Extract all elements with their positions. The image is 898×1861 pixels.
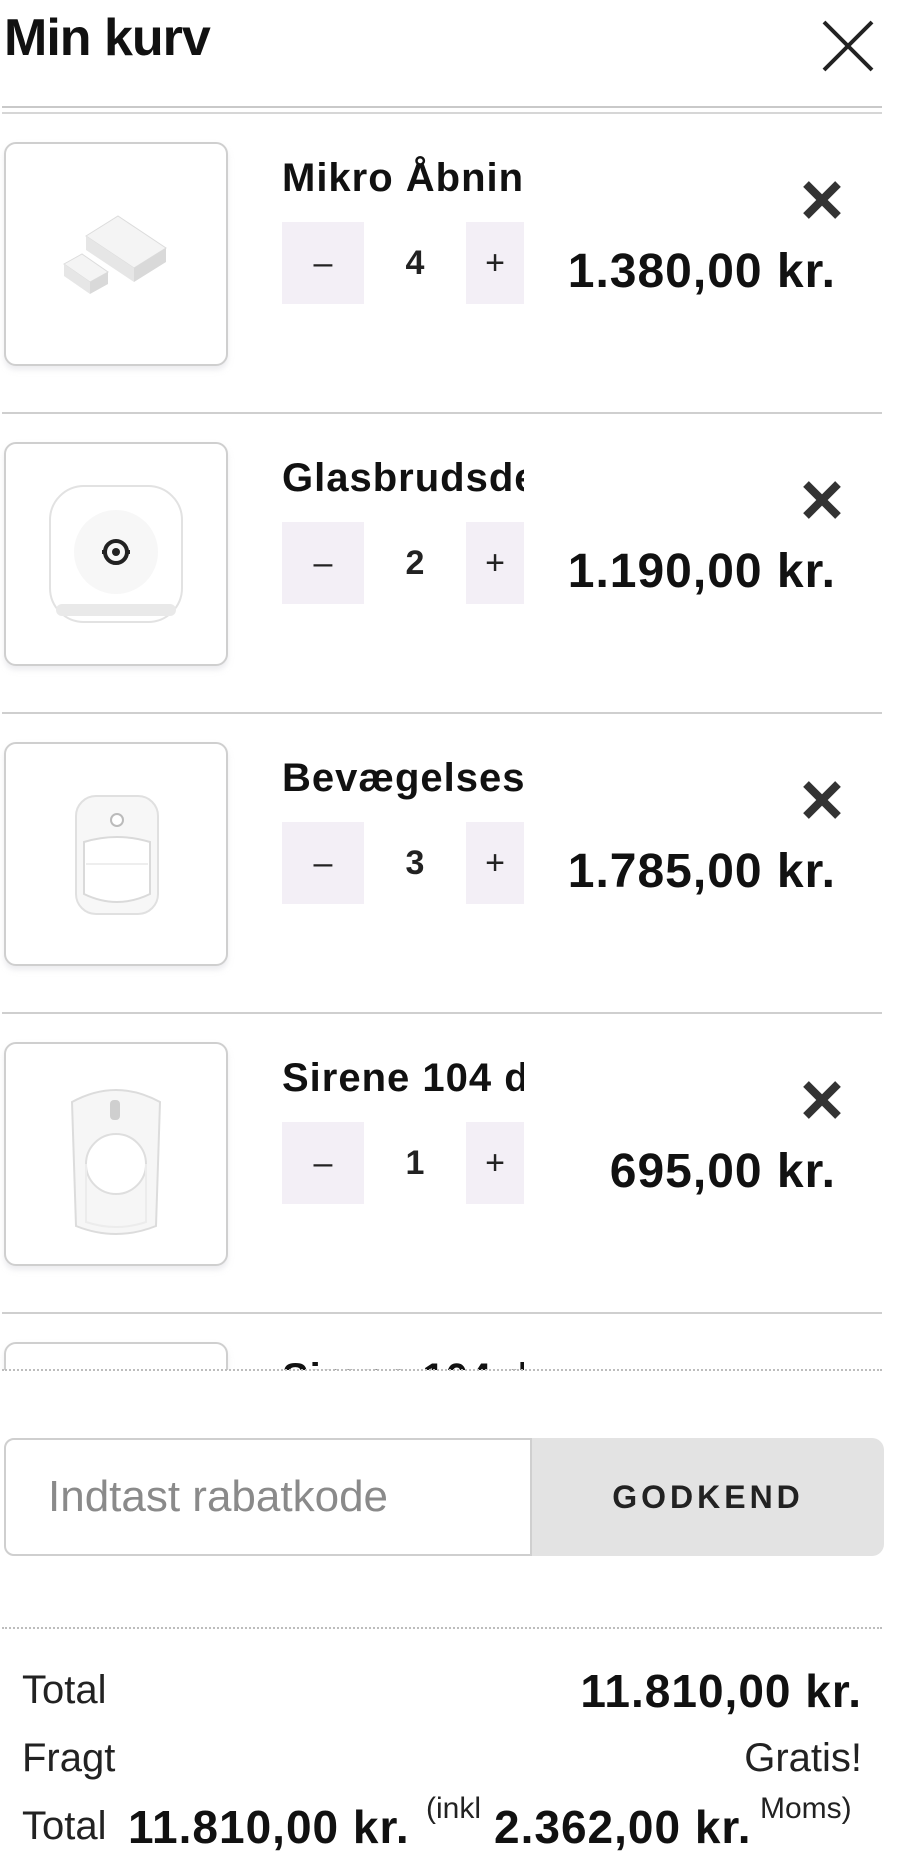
product-image-door-sensor[interactable]: [4, 142, 228, 366]
cart-item: Sirene 104 dB: [0, 1314, 898, 1370]
cart-item: Sirene 104 dB – 1 + 695,00 kr.: [0, 1014, 898, 1314]
product-price: 1.380,00 kr.: [567, 245, 836, 298]
quantity-stepper: – 1 +: [282, 1122, 524, 1204]
product-name[interactable]: Mikro Åbning: [282, 156, 524, 206]
subtotal-label: Total: [22, 1668, 107, 1712]
cart-item: Glasbrudsdetektor – 2 + 1.190,00 kr.: [0, 414, 898, 714]
section-divider: [2, 1627, 882, 1629]
product-image-motion-sensor[interactable]: [4, 742, 228, 966]
product-name[interactable]: Glasbrudsdetektor: [282, 456, 524, 506]
decrease-quantity-button[interactable]: –: [282, 522, 364, 604]
quantity-value[interactable]: 2: [364, 522, 466, 604]
increase-quantity-button[interactable]: +: [466, 822, 524, 904]
product-image-siren[interactable]: [4, 1042, 228, 1266]
page-title: Min kurv: [4, 9, 211, 67]
cart-item: Bevægelsessensor – 3 + 1.785,00 kr.: [0, 714, 898, 1014]
grand-total-value: 11.810,00 kr.: [128, 1801, 410, 1853]
shipping-value: Gratis!: [744, 1736, 862, 1780]
increase-quantity-button[interactable]: +: [466, 1122, 524, 1204]
cart-header: Min kurv: [0, 0, 898, 114]
product-name[interactable]: Sirene 104 dB: [282, 1056, 524, 1106]
subtotal-value: 11.810,00 kr.: [580, 1665, 862, 1717]
product-image-siren[interactable]: [4, 1342, 228, 1370]
vat-value: 2.362,00 kr.: [494, 1801, 752, 1853]
vat-suffix: Moms): [760, 1792, 852, 1825]
remove-item-icon[interactable]: [796, 174, 848, 226]
increase-quantity-button[interactable]: +: [466, 222, 524, 304]
product-price: 1.190,00 kr.: [567, 545, 836, 598]
product-name[interactable]: Sirene 104 dB: [282, 1356, 524, 1370]
remove-item-icon[interactable]: [796, 774, 848, 826]
product-price: 695,00 kr.: [609, 1145, 836, 1198]
shipping-label: Fragt: [22, 1736, 116, 1780]
grand-total-label: Total: [22, 1804, 107, 1848]
decrease-quantity-button[interactable]: –: [282, 1122, 364, 1204]
header-divider: [2, 106, 882, 108]
quantity-value[interactable]: 3: [364, 822, 466, 904]
increase-quantity-button[interactable]: +: [466, 522, 524, 604]
product-price: 1.785,00 kr.: [567, 845, 836, 898]
quantity-value[interactable]: 4: [364, 222, 466, 304]
coupon-form: GODKEND: [4, 1438, 884, 1556]
remove-item-icon[interactable]: [796, 474, 848, 526]
apply-coupon-button[interactable]: GODKEND: [532, 1438, 884, 1556]
quantity-stepper: – 2 +: [282, 522, 524, 604]
cart-item-list[interactable]: Mikro Åbning – 4 + 1.380,00 kr. Glasbrud…: [0, 114, 898, 1370]
quantity-stepper: – 3 +: [282, 822, 524, 904]
section-divider: [2, 1369, 882, 1371]
quantity-stepper: – 4 +: [282, 222, 524, 304]
grand-total-row: Total 11.810,00 kr. (inkl 2.362,00 kr. M…: [22, 1792, 872, 1860]
decrease-quantity-button[interactable]: –: [282, 822, 364, 904]
vat-prefix: (inkl: [426, 1792, 482, 1825]
quantity-value[interactable]: 1: [364, 1122, 466, 1204]
product-name[interactable]: Bevægelsessensor: [282, 756, 524, 806]
cart-item: Mikro Åbning – 4 + 1.380,00 kr.: [0, 114, 898, 414]
coupon-code-input[interactable]: [4, 1438, 532, 1556]
close-icon[interactable]: [810, 12, 882, 84]
remove-item-icon[interactable]: [796, 1074, 848, 1126]
decrease-quantity-button[interactable]: –: [282, 222, 364, 304]
product-image-glass-break[interactable]: [4, 442, 228, 666]
